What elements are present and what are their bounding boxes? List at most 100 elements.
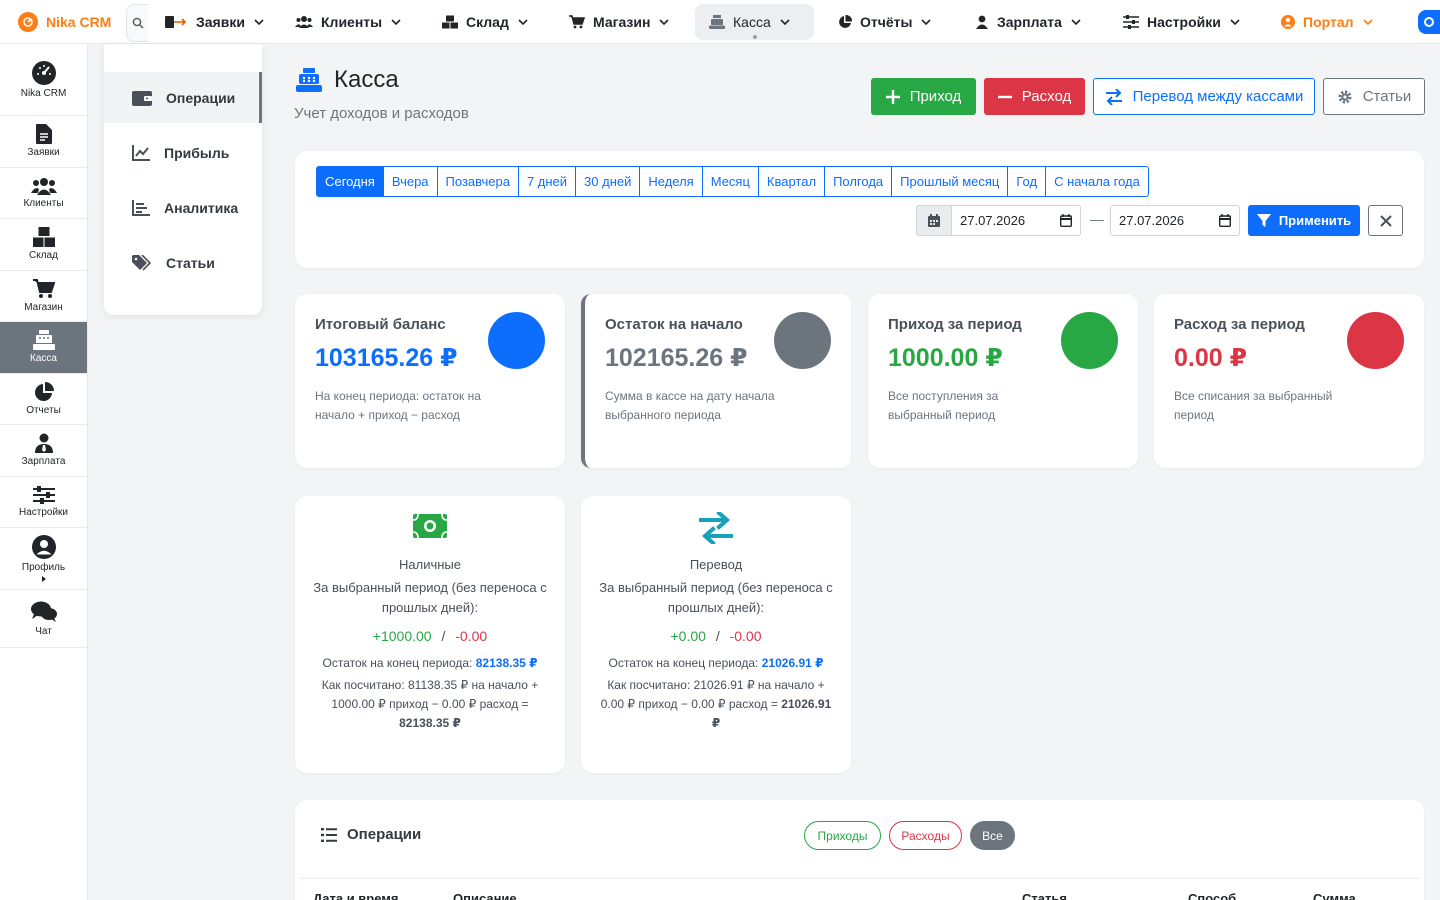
column-header-description[interactable]: Описание [453, 891, 517, 900]
period-week-button[interactable]: Неделя [640, 166, 703, 197]
nav-settings[interactable]: Настройки [1109, 4, 1255, 40]
column-header-article[interactable]: Статья [1022, 891, 1067, 900]
period-half-year-button[interactable]: Полгода [825, 166, 893, 197]
nav-reports-label: Отчёты [860, 14, 913, 30]
period-yesterday-button[interactable]: Вчера [383, 166, 438, 197]
gear-icon [1423, 16, 1435, 28]
clear-filter-button[interactable] [1368, 205, 1403, 236]
column-header-datetime[interactable]: Дата и время [313, 891, 399, 900]
user-circle-icon [31, 535, 56, 559]
pie-chart-icon [34, 381, 54, 402]
articles-button[interactable]: Статьи [1323, 78, 1425, 115]
cash-submenu: Операции Прибыль Аналитика Статьи [104, 44, 262, 315]
period-7-days-button[interactable]: 7 дней [518, 166, 577, 197]
user-icon [975, 15, 989, 29]
rail-item-cash[interactable]: Касса [0, 322, 87, 374]
nav-reports[interactable]: Отчёты [824, 4, 946, 40]
rail-item-reports[interactable]: Отчеты [0, 374, 87, 425]
nav-warehouse-label: Склад [466, 14, 509, 30]
nav-cash[interactable]: Касса [695, 4, 814, 40]
filter-income-pill[interactable]: Приходы [804, 821, 881, 850]
stat-card-period-expense: Расход за период 0.00 ₽ Все списания за … [1154, 294, 1424, 468]
rail-item-requests[interactable]: Заявки [0, 116, 87, 168]
period-today-button[interactable]: Сегодня [316, 166, 384, 197]
period-button-group: Сегодня Вчера Позавчера 7 дней 30 дней Н… [316, 166, 1149, 197]
rail-item-label: Магазин [24, 301, 63, 313]
submenu-item-profit[interactable]: Прибыль [104, 127, 262, 178]
method-calculation-result: 82138.35 ₽ [399, 716, 461, 730]
payment-method-card-cash: Наличные За выбранный период (без перено… [295, 496, 565, 773]
calendar-picker-icon[interactable] [1219, 214, 1231, 227]
stat-description: Сумма в кассе на дату начала выбранного … [605, 389, 775, 422]
global-search-button[interactable] [126, 4, 148, 42]
rail-item-profile[interactable]: Профиль [0, 528, 87, 590]
calendar-icon [928, 214, 940, 227]
date-from-input[interactable]: 27.07.2026 [951, 205, 1081, 236]
rail-item-salary[interactable]: Зарплата [0, 425, 87, 477]
submenu-item-label: Прибыль [164, 144, 230, 161]
page-subtitle: Учет доходов и расходов [294, 105, 469, 122]
brand-link[interactable]: Nika CRM [18, 0, 111, 44]
filter-expense-pill[interactable]: Расходы [889, 821, 962, 850]
chevron-down-icon [517, 16, 529, 28]
period-month-button[interactable]: Месяц [702, 166, 759, 197]
add-expense-label: Расход [1021, 88, 1072, 105]
settings-toggle-button[interactable] [1418, 10, 1440, 34]
nav-portal[interactable]: Портал [1267, 4, 1388, 40]
period-quarter-button[interactable]: Квартал [758, 166, 826, 197]
stat-indicator-circle [1061, 312, 1118, 369]
nav-warehouse[interactable]: Склад [428, 4, 543, 40]
add-income-label: Приход [909, 88, 962, 105]
nav-requests[interactable]: Заявки [150, 4, 279, 40]
money-bill-icon [413, 512, 447, 546]
rail-item-clients[interactable]: Клиенты [0, 168, 87, 219]
line-chart-icon [132, 144, 150, 161]
add-expense-button[interactable]: Расход [984, 78, 1085, 115]
stat-indicator-circle [488, 312, 545, 369]
rail-item-warehouse[interactable]: Склад [0, 219, 87, 271]
transfer-between-cashboxes-button[interactable]: Перевод между кассами [1093, 78, 1315, 115]
add-income-button[interactable]: Приход [871, 78, 976, 115]
articles-label: Статьи [1362, 88, 1412, 105]
submenu-item-articles[interactable]: Статьи [104, 237, 262, 288]
nav-shop[interactable]: Магазин [555, 4, 684, 40]
tags-icon [132, 254, 152, 271]
rail-item-settings[interactable]: Настройки [0, 477, 87, 528]
rail-item-label: Клиенты [23, 197, 64, 209]
operations-table-header: Дата и время Описание Статья Способ Сумм… [299, 878, 1420, 900]
period-last-month-button[interactable]: Прошлый месяц [892, 166, 1009, 197]
brand-logo-icon [18, 12, 38, 32]
period-filter-card: Сегодня Вчера Позавчера 7 дней 30 дней Н… [295, 151, 1424, 268]
cart-icon [32, 278, 55, 299]
submenu-item-analytics[interactable]: Аналитика [104, 182, 262, 233]
chevron-down-icon [779, 16, 791, 28]
rail-item-label: Настройки [18, 506, 69, 518]
column-header-amount[interactable]: Сумма [1313, 891, 1356, 900]
period-30-days-button[interactable]: 30 дней [576, 166, 641, 197]
nav-clients[interactable]: Клиенты [281, 4, 416, 40]
apply-filter-button[interactable]: Применить [1248, 205, 1360, 236]
minus-icon [997, 90, 1012, 104]
filter-all-pill[interactable]: Все [970, 821, 1015, 850]
nav-requests-label: Заявки [196, 14, 245, 30]
period-year-button[interactable]: Год [1008, 166, 1047, 197]
nav-salary[interactable]: Зарплата [961, 4, 1096, 40]
date-to-input[interactable]: 27.07.2026 [1110, 205, 1240, 236]
chevron-down-icon [1362, 16, 1374, 28]
method-totals-separator: / [715, 628, 720, 644]
calendar-picker-icon[interactable] [1060, 214, 1072, 227]
column-header-method[interactable]: Способ [1188, 891, 1236, 900]
method-description: За выбранный период (без переноса с прош… [599, 580, 833, 615]
submenu-item-operations[interactable]: Операции [104, 72, 262, 123]
rail-item-shop[interactable]: Магазин [0, 271, 87, 322]
submenu-item-label: Аналитика [164, 199, 239, 216]
rail-item-dashboard[interactable]: Nika CRM [0, 44, 87, 116]
cash-register-icon [709, 15, 725, 29]
rail-item-chat[interactable]: Чат [0, 590, 87, 648]
period-year-to-date-button[interactable]: С начала года [1046, 166, 1149, 197]
sliders-icon [1123, 15, 1139, 29]
period-day-before-yesterday-button[interactable]: Позавчера [437, 166, 519, 197]
exchange-icon [1105, 88, 1123, 105]
chevron-down-icon [390, 16, 402, 28]
stat-indicator-circle [774, 312, 831, 369]
